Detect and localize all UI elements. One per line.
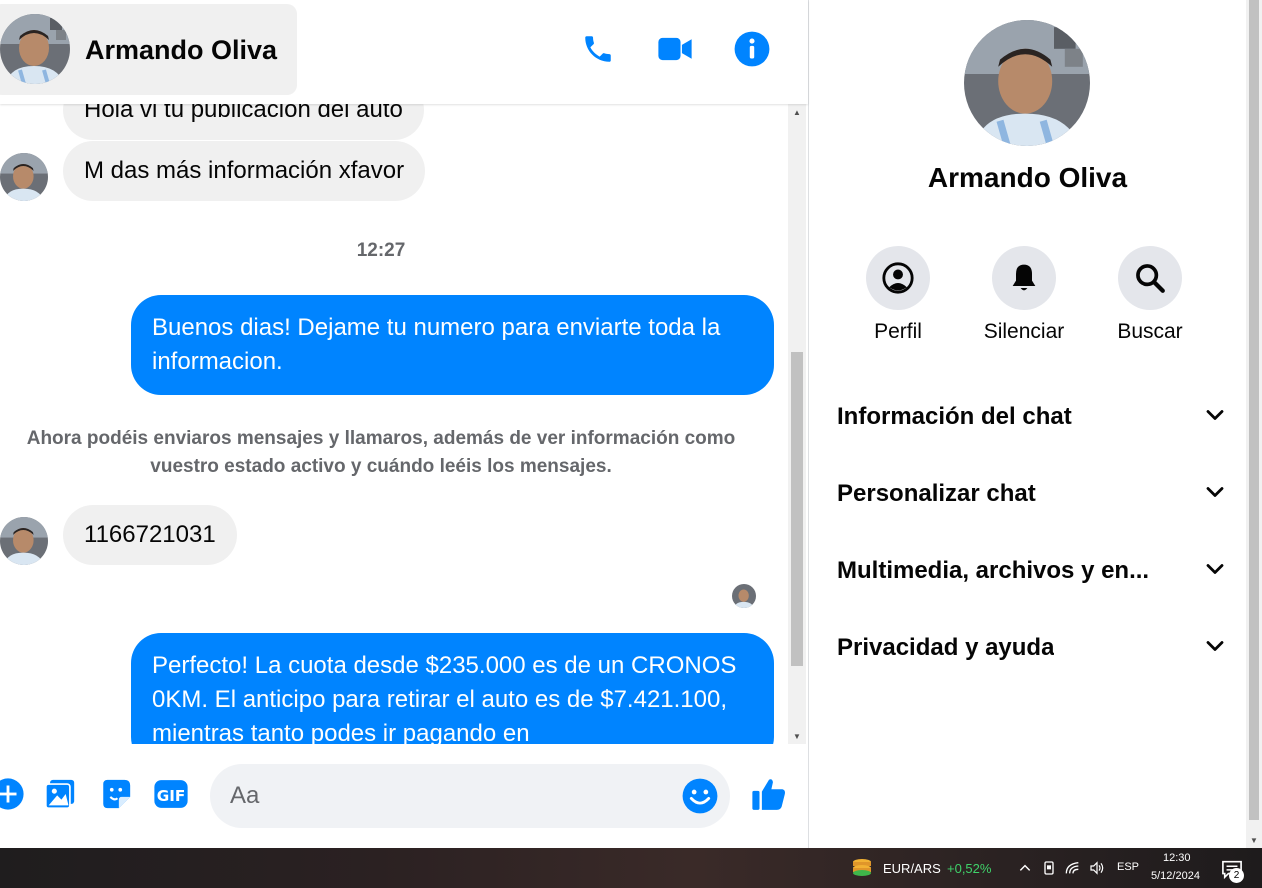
sender-avatar[interactable]	[0, 153, 48, 201]
message-input[interactable]	[230, 764, 670, 828]
scroll-up-arrow-icon[interactable]: ▲	[788, 104, 806, 120]
video-camera-icon[interactable]	[655, 29, 695, 69]
bell-icon	[992, 246, 1056, 310]
plus-icon[interactable]	[0, 774, 28, 814]
wifi-icon[interactable]	[1064, 859, 1082, 877]
photo-gallery-icon[interactable]	[40, 774, 80, 814]
speaker-icon[interactable]	[1088, 859, 1106, 877]
chevron-down-icon	[1203, 403, 1227, 432]
read-receipt-avatar	[732, 584, 756, 608]
device-icon[interactable]	[1040, 859, 1058, 877]
mute-action-button[interactable]: Silenciar	[969, 246, 1079, 344]
search-action-label: Buscar	[1117, 320, 1183, 343]
page-scrollbar[interactable]: ▼	[1246, 0, 1262, 848]
scroll-down-arrow-icon[interactable]: ▼	[1246, 832, 1262, 848]
thumbs-up-icon[interactable]	[749, 774, 789, 814]
system-notice: Ahora podéis enviaros mensajes y llamaro…	[26, 428, 736, 477]
section-title: Personalizar chat	[837, 480, 1036, 507]
search-action-button[interactable]: Buscar	[1095, 246, 1205, 344]
contact-avatar-large[interactable]	[964, 20, 1090, 146]
scroll-down-arrow-icon[interactable]: ▼	[788, 728, 806, 744]
search-icon	[1118, 246, 1182, 310]
emoji-icon[interactable]	[681, 777, 719, 815]
profile-action-label: Perfil	[874, 320, 922, 343]
section-customize-chat[interactable]: Personalizar chat	[837, 464, 1227, 524]
contact-avatar[interactable]	[0, 14, 70, 84]
message-timestamp: 12:27	[356, 240, 406, 261]
incoming-message[interactable]: Hola vi tu publicación del auto	[63, 104, 424, 140]
gif-icon[interactable]: GIF	[151, 774, 191, 814]
chevron-down-icon	[1203, 557, 1227, 586]
profile-icon	[866, 246, 930, 310]
outgoing-message[interactable]: Buenos dias! Dejame tu numero para envia…	[131, 295, 774, 395]
mute-action-label: Silenciar	[983, 320, 1065, 343]
currency-change: +0,52%	[947, 861, 992, 876]
message-input-container	[210, 764, 730, 828]
message-composer: GIF	[0, 744, 808, 848]
windows-taskbar: EUR/ARS +0,52% ESP 12:30 5/12/2024 2	[0, 848, 1262, 888]
chevron-down-icon	[1203, 480, 1227, 509]
incoming-message[interactable]: 1166721031	[63, 505, 237, 565]
notification-count-badge: 2	[1229, 868, 1244, 883]
chat-header: Armando Oliva	[0, 0, 808, 104]
page-scroll-thumb[interactable]	[1249, 0, 1259, 820]
section-title: Multimedia, archivos y en...	[837, 557, 1150, 584]
section-chat-info[interactable]: Información del chat	[837, 387, 1227, 447]
contact-name: Armando Oliva	[927, 162, 1128, 193]
message-list[interactable]: Hola vi tu publicación del auto M das má…	[0, 104, 788, 744]
phone-icon[interactable]	[578, 29, 618, 69]
sender-avatar[interactable]	[0, 517, 48, 565]
clock-time[interactable]: 12:30	[1163, 852, 1191, 864]
currency-ticker[interactable]: EUR/ARS	[883, 861, 941, 876]
message-scrollbar[interactable]: ▲ ▼	[788, 104, 806, 744]
chat-panel: Armando Oliva Hola vi tu publicación del…	[0, 0, 808, 848]
incoming-message[interactable]: M das más información xfavor	[63, 141, 426, 201]
chevron-up-icon[interactable]	[1016, 859, 1034, 877]
section-privacy-help[interactable]: Privacidad y ayuda	[837, 618, 1227, 678]
svg-text:GIF: GIF	[157, 787, 186, 805]
conversation-details-panel: Armando Oliva Perfil Silenciar Buscar In…	[809, 0, 1246, 848]
chevron-down-icon	[1203, 634, 1227, 663]
clock-date[interactable]: 5/12/2024	[1151, 870, 1200, 882]
coins-icon[interactable]	[850, 856, 874, 880]
section-title: Privacidad y ayuda	[837, 634, 1055, 661]
info-icon[interactable]	[732, 29, 772, 69]
scroll-thumb[interactable]	[791, 352, 803, 666]
section-title: Información del chat	[837, 403, 1072, 430]
contact-name-header: Armando Oliva	[85, 35, 278, 65]
outgoing-message[interactable]: Perfecto! La cuota desde $235.000 es de …	[131, 633, 774, 744]
sticker-icon[interactable]	[96, 774, 136, 814]
language-indicator[interactable]: ESP	[1117, 861, 1139, 873]
profile-action-button[interactable]: Perfil	[843, 246, 953, 344]
section-media-files[interactable]: Multimedia, archivos y en...	[837, 541, 1227, 601]
